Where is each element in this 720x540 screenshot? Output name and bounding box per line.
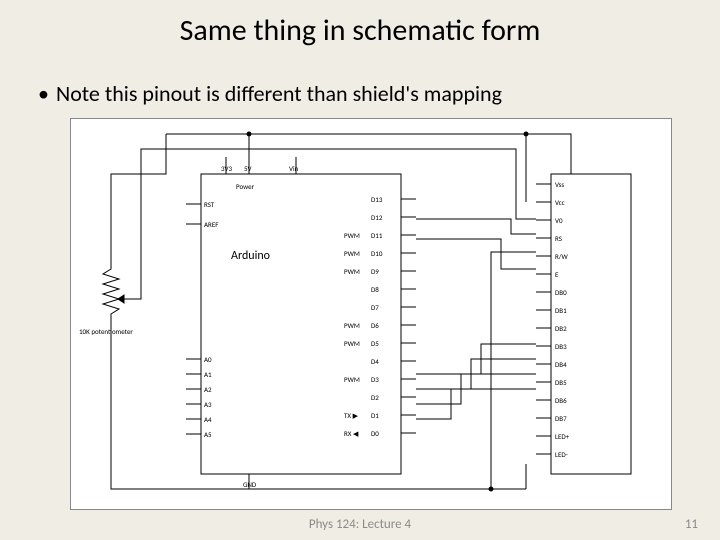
svg-text:TX ▶: TX ▶ [344, 411, 359, 420]
svg-text:A2: A2 [204, 385, 212, 394]
slide-title: Same thing in schematic form [0, 12, 720, 49]
svg-text:D5: D5 [371, 339, 379, 348]
lbl-power: Power [236, 182, 255, 191]
svg-text:A1: A1 [204, 370, 212, 379]
svg-text:V0: V0 [555, 216, 563, 225]
svg-text:DB0: DB0 [555, 288, 567, 297]
svg-text:Vss: Vss [555, 180, 564, 189]
svg-text:RST: RST [204, 200, 215, 209]
svg-text:D8: D8 [371, 285, 379, 294]
pin-5v: 5V [244, 164, 252, 173]
svg-text:PWM: PWM [344, 375, 360, 384]
svg-text:RX ◀: RX ◀ [344, 429, 359, 438]
svg-text:DB7: DB7 [555, 414, 567, 423]
svg-text:RS: RS [555, 234, 562, 243]
svg-text:R/W: R/W [555, 252, 569, 261]
svg-text:D12: D12 [371, 213, 383, 222]
svg-text:PWM: PWM [344, 231, 360, 240]
svg-text:DB4: DB4 [555, 360, 567, 369]
arduino-label: Arduino [231, 249, 270, 263]
svg-text:LED+: LED+ [555, 432, 570, 441]
svg-text:LED-: LED- [555, 450, 568, 459]
svg-text:DB6: DB6 [555, 396, 567, 405]
pin-vin: Vin [289, 164, 299, 173]
svg-text:DB5: DB5 [555, 378, 567, 387]
svg-text:D3: D3 [371, 375, 379, 384]
svg-text:PWM: PWM [344, 321, 360, 330]
svg-text:PWM: PWM [344, 249, 360, 258]
svg-text:D9: D9 [371, 267, 379, 276]
svg-text:D13: D13 [371, 195, 383, 204]
footer-page-number: 11 [685, 517, 698, 532]
svg-text:D7: D7 [371, 303, 379, 312]
pot-label: 10K potentiometer [79, 327, 133, 336]
svg-text:A5: A5 [204, 430, 212, 439]
svg-text:D0: D0 [371, 429, 379, 438]
svg-text:PWM: PWM [344, 339, 360, 348]
pin-3v3: 3V3 [221, 164, 233, 173]
svg-text:DB1: DB1 [555, 306, 567, 315]
svg-text:D1: D1 [371, 411, 379, 420]
svg-text:A0: A0 [204, 355, 212, 364]
svg-text:AREF: AREF [204, 220, 219, 229]
svg-text:Vcc: Vcc [555, 198, 565, 207]
svg-text:D2: D2 [371, 393, 379, 402]
footer-center: Phys 124: Lecture 4 [0, 517, 720, 532]
svg-text:PWM: PWM [344, 267, 360, 276]
svg-text:D10: D10 [371, 249, 383, 258]
bullet-1: •Note this pinout is different than shie… [38, 80, 502, 107]
svg-text:D6: D6 [371, 321, 379, 330]
svg-text:A4: A4 [204, 415, 212, 424]
svg-text:DB2: DB2 [555, 324, 567, 333]
svg-text:A3: A3 [204, 400, 212, 409]
svg-text:D11: D11 [371, 231, 383, 240]
svg-text:DB3: DB3 [555, 342, 567, 351]
svg-text:D4: D4 [371, 357, 379, 366]
schematic-diagram: 3V3 5V Vin Power GND Arduino LCD Digital… [70, 118, 672, 510]
pin-gnd: GND [243, 480, 257, 489]
svg-text:E: E [555, 270, 559, 279]
